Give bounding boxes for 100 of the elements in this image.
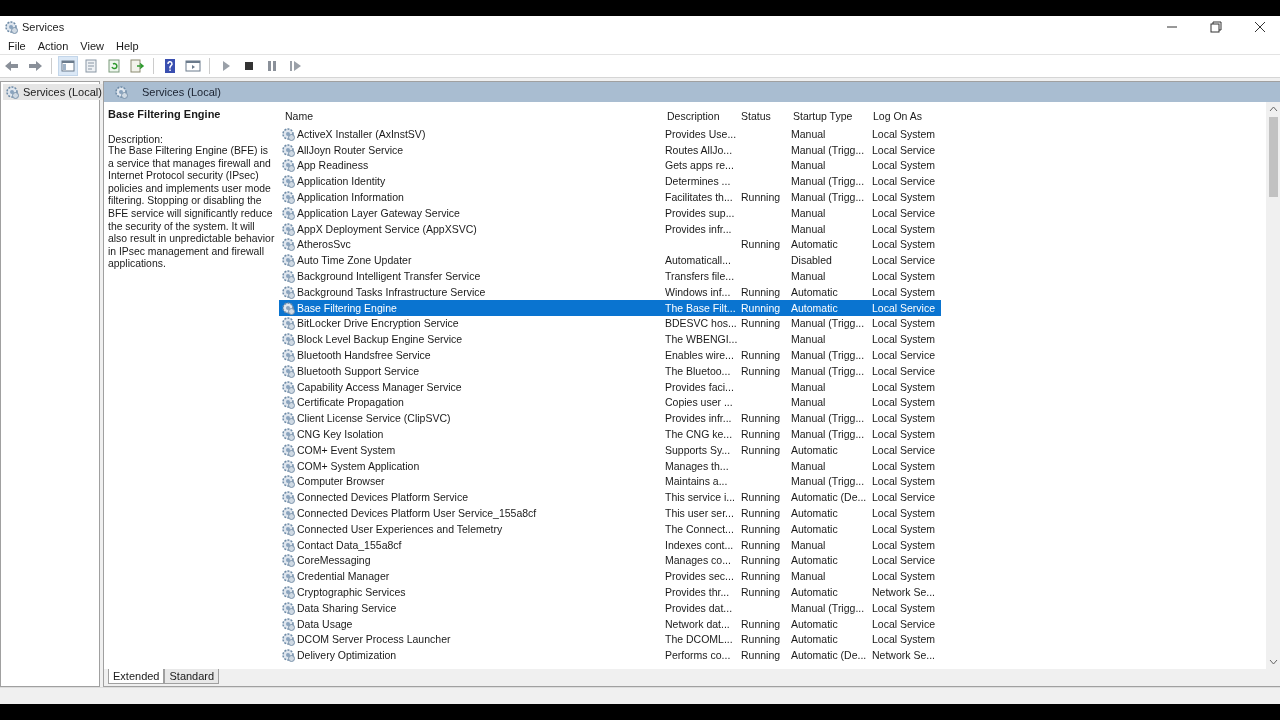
gear-icon — [281, 174, 295, 189]
app-gear-icon — [4, 20, 18, 34]
column-header[interactable]: Name — [279, 110, 663, 122]
table-cell: Copies user ... — [665, 396, 733, 409]
table-cell: Running — [741, 191, 781, 204]
table-cell: Automatic — [791, 633, 838, 646]
table-cell: Routes AllJo... — [665, 143, 733, 156]
column-header[interactable]: Startup Type — [789, 110, 869, 122]
table-cell: Manual — [791, 270, 826, 283]
gear-icon — [281, 300, 295, 315]
view-tab[interactable]: Extended — [108, 669, 165, 684]
gear-icon — [281, 332, 295, 347]
export-icon — [129, 58, 145, 74]
table-cell: Running — [741, 428, 781, 441]
tree-item[interactable]: Services (Local) — [3, 84, 104, 100]
column-header[interactable]: Log On As — [869, 110, 941, 122]
table-cell: Manual (Trigg... — [791, 364, 865, 377]
table-cell: Manual — [791, 222, 826, 235]
table-cell: BDESVC hos... — [665, 317, 737, 330]
table-cell: Base Filtering Engine — [297, 301, 397, 314]
table-cell: Automaticall... — [665, 254, 731, 267]
table-cell: Capability Access Manager Service — [297, 380, 462, 393]
table-cell: Manual (Trigg... — [791, 349, 865, 362]
table-cell: AtherosSvc — [297, 238, 351, 251]
table-cell: Connected User Experiences and Telemetry — [297, 522, 503, 535]
export-button[interactable] — [127, 56, 147, 76]
table-cell: Local Service — [872, 175, 936, 188]
table-cell: Delivery Optimization — [297, 649, 397, 662]
table-cell: COM+ Event System — [297, 443, 396, 456]
menu-item[interactable]: Action — [31, 40, 75, 52]
table-cell: Automatic — [791, 554, 838, 567]
service-title: Base Filtering Engine — [108, 108, 222, 120]
table-cell: Manual (Trigg... — [791, 428, 865, 441]
table-cell: Local Service — [872, 491, 936, 504]
gear-icon — [281, 379, 295, 394]
table-cell: Running — [741, 285, 781, 298]
table-cell: Local System — [872, 270, 936, 283]
column-header[interactable]: Description — [663, 110, 737, 122]
gear-icon — [281, 585, 295, 599]
view-tab[interactable]: Standard — [164, 669, 220, 684]
table-cell: Running — [741, 633, 781, 646]
gear-icon — [281, 442, 295, 457]
table-cell: Running — [741, 364, 781, 377]
table-cell: Local System — [872, 396, 936, 409]
gear-icon — [114, 85, 128, 99]
menu-item[interactable]: View — [74, 40, 110, 52]
table-cell: Automatic — [791, 586, 838, 598]
vertical-scrollbar[interactable] — [1266, 102, 1280, 669]
table-cell: Local System — [872, 191, 936, 204]
scroll-thumb[interactable] — [1268, 117, 1278, 197]
table-cell: Running — [741, 586, 781, 598]
table-cell: Automatic — [791, 301, 838, 314]
table-cell: Automatic — [791, 443, 838, 456]
table-cell: Manual — [791, 206, 826, 219]
table-cell: Local System — [872, 380, 936, 393]
table-cell: Supports Sy... — [665, 443, 731, 456]
table-cell: Application Layer Gateway Service — [297, 206, 460, 219]
table-cell: Manual (Trigg... — [791, 191, 865, 204]
gear-icon — [281, 158, 295, 173]
table-cell: Local System — [872, 570, 936, 583]
gear-icon — [281, 237, 295, 252]
window-pane-icon — [185, 58, 201, 74]
gear-icon — [281, 553, 295, 568]
table-cell: Automatic — [791, 238, 838, 251]
table-cell: Provides faci... — [665, 380, 734, 393]
resume-icon — [287, 58, 303, 74]
table-cell: Local System — [872, 412, 936, 425]
gear-icon — [281, 190, 295, 205]
window-title: Services — [22, 21, 65, 33]
table-cell: Network Se... — [872, 586, 936, 598]
gear-icon — [281, 648, 295, 663]
table-cell: Maintains a... — [665, 475, 728, 488]
gear-icon — [281, 569, 295, 584]
table-cell: Automatic — [791, 522, 838, 535]
selected-row[interactable]: Base Filtering Engine The Base Filt... Running Automatic Local Service — [279, 299, 941, 316]
table-cell: Windows inf... — [665, 285, 731, 298]
table-cell: CNG Key Isolation — [297, 428, 384, 441]
table-cell: Connected Devices Platform Service — [297, 491, 468, 504]
gear-icon — [281, 253, 295, 268]
table-cell: Performs co... — [665, 649, 731, 662]
table-cell: Local System — [872, 601, 936, 614]
table-cell: Manual — [791, 570, 826, 583]
column-header[interactable]: Status — [737, 110, 789, 122]
menu-item[interactable]: File — [2, 40, 32, 52]
table-cell: Running — [741, 617, 781, 630]
menu-item[interactable]: Help — [109, 40, 145, 52]
table-cell: Running — [741, 349, 781, 362]
table-cell: Manages th... — [665, 459, 729, 472]
table-cell: Manual — [791, 380, 826, 393]
scroll-up-icon — [1268, 105, 1278, 113]
description-label: Description: — [108, 134, 164, 145]
table-cell: Running — [741, 507, 781, 519]
table-cell: Network Se... — [872, 649, 936, 662]
console-tree-button[interactable] — [58, 56, 78, 76]
gear-icon — [5, 85, 19, 99]
gear-icon — [281, 458, 295, 473]
table-cell: This service i... — [665, 491, 735, 504]
table-cell: Credential Manager — [297, 570, 390, 583]
gear-icon — [281, 205, 295, 220]
table-cell: Connected Devices Platform User Service_155a8cf — [297, 507, 537, 519]
